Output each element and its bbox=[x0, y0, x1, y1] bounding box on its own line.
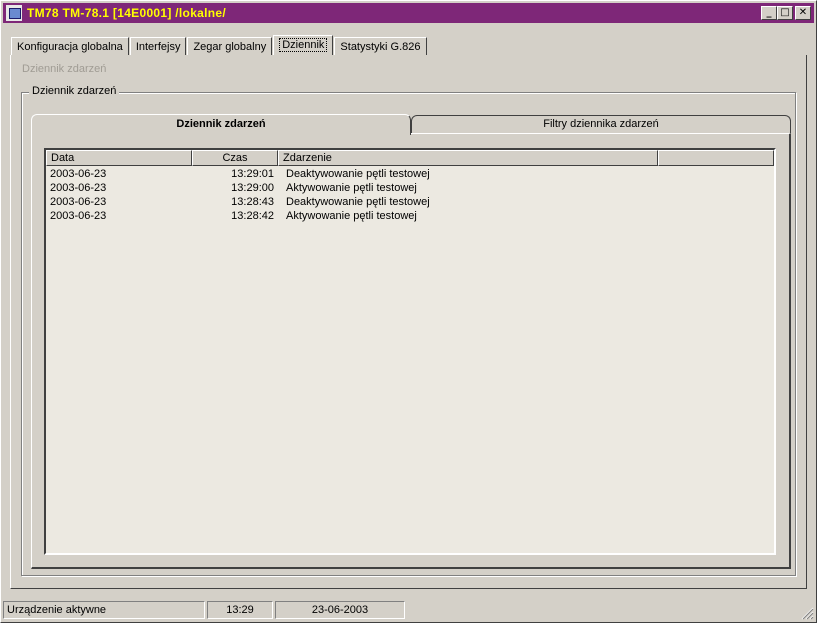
cell-date: 2003-06-23 bbox=[50, 168, 107, 180]
cell-date: 2003-06-23 bbox=[50, 182, 107, 194]
list-header: Data Czas Zdarzenie bbox=[46, 150, 774, 166]
tab-zegar-globalny[interactable]: Zegar globalny bbox=[187, 37, 273, 55]
event-list[interactable]: Data Czas Zdarzenie 2003-06-23 13:29:01 … bbox=[44, 148, 776, 555]
cell-time: 13:28:43 bbox=[231, 196, 274, 208]
tab-statystyki-g826[interactable]: Statystyki G.826 bbox=[334, 37, 427, 55]
cell-date: 2003-06-23 bbox=[50, 196, 107, 208]
close-button[interactable]: ✕ bbox=[795, 6, 811, 20]
cell-event: Deaktywowanie pętli testowej bbox=[286, 168, 430, 180]
main-tab-strip: Konfiguracja globalna Interfejsy Zegar g… bbox=[11, 35, 428, 55]
resize-grip-icon[interactable] bbox=[800, 606, 814, 620]
tab-konfiguracja-globalna[interactable]: Konfiguracja globalna bbox=[11, 37, 129, 55]
tab-interfejsy[interactable]: Interfejsy bbox=[129, 37, 187, 55]
table-row[interactable]: 2003-06-23 13:28:42 Aktywowanie pętli te… bbox=[46, 209, 774, 223]
table-row[interactable]: 2003-06-23 13:29:01 Deaktywowanie pętli … bbox=[46, 167, 774, 181]
app-icon[interactable] bbox=[6, 5, 22, 21]
groupbox-label: Dziennik zdarzeń bbox=[29, 85, 120, 97]
table-row[interactable]: 2003-06-23 13:28:43 Deaktywowanie pętli … bbox=[46, 195, 774, 209]
cell-event: Deaktywowanie pętli testowej bbox=[286, 196, 430, 208]
title-bar[interactable]: TM78 TM-78.1 [14E0001] /lokalne/ _ □ ✕ bbox=[3, 3, 814, 23]
column-header-empty[interactable] bbox=[658, 150, 774, 166]
list-rows: 2003-06-23 13:29:01 Deaktywowanie pętli … bbox=[46, 167, 774, 223]
status-time: 13:29 bbox=[207, 601, 273, 619]
page-subtitle: Dziennik zdarzeń bbox=[22, 63, 107, 75]
status-empty bbox=[407, 601, 793, 619]
cell-date: 2003-06-23 bbox=[50, 210, 107, 222]
status-bar: Urządzenie aktywne 13:29 23-06-2003 bbox=[3, 601, 814, 620]
inner-tab-strip: Dziennik zdarzeń Filtry dziennika zdarze… bbox=[31, 114, 791, 135]
cell-time: 13:28:42 bbox=[231, 210, 274, 222]
tab-filtry-dziennika[interactable]: Filtry dziennika zdarzeń bbox=[411, 115, 791, 133]
column-header-data[interactable]: Data bbox=[46, 150, 192, 166]
maximize-button[interactable]: □ bbox=[777, 6, 793, 20]
app-window: TM78 TM-78.1 [14E0001] /lokalne/ _ □ ✕ K… bbox=[0, 0, 817, 623]
column-header-czas[interactable]: Czas bbox=[192, 150, 278, 166]
cell-event: Aktywowanie pętli testowej bbox=[286, 182, 417, 194]
tab-dziennik-zdarzen[interactable]: Dziennik zdarzeń bbox=[31, 114, 411, 135]
window-title: TM78 TM-78.1 [14E0001] /lokalne/ bbox=[27, 6, 227, 20]
cell-event: Aktywowanie pętli testowej bbox=[286, 210, 417, 222]
status-date: 23-06-2003 bbox=[275, 601, 405, 619]
cell-time: 13:29:00 bbox=[231, 182, 274, 194]
minimize-button[interactable]: _ bbox=[761, 6, 777, 20]
cell-time: 13:29:01 bbox=[231, 168, 274, 180]
column-header-zdarzenie[interactable]: Zdarzenie bbox=[278, 150, 658, 166]
tab-dziennik[interactable]: Dziennik bbox=[273, 35, 334, 55]
status-device-state: Urządzenie aktywne bbox=[3, 601, 205, 619]
table-row[interactable]: 2003-06-23 13:29:00 Aktywowanie pętli te… bbox=[46, 181, 774, 195]
